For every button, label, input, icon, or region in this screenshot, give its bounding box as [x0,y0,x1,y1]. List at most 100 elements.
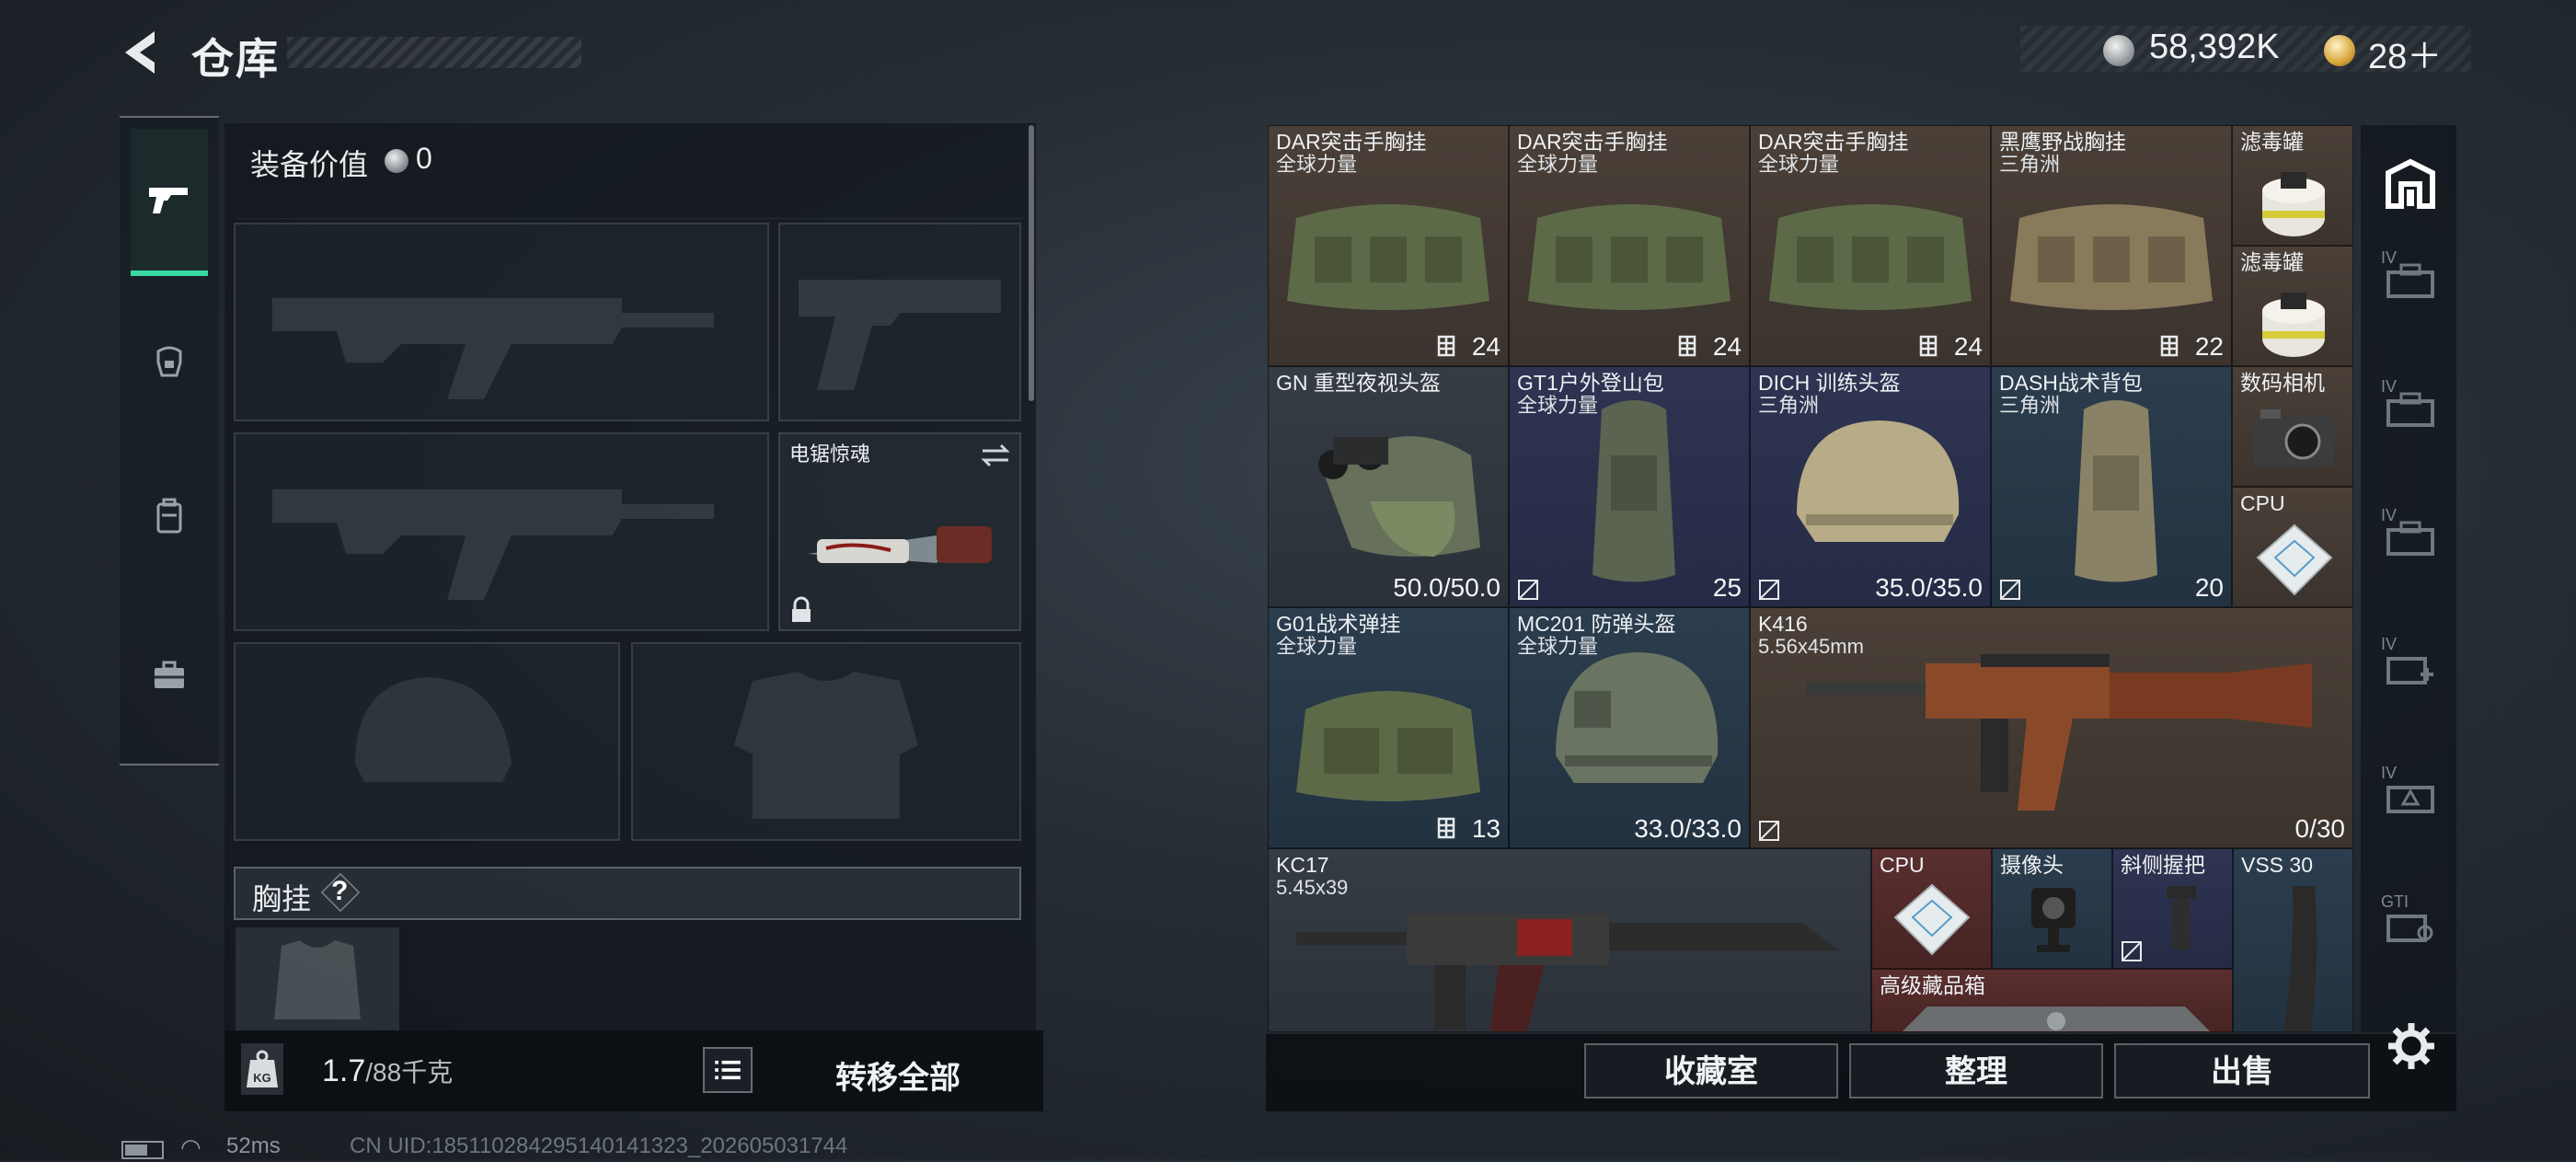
helmet-image [1797,420,1960,542]
chest-rig-image [1287,204,1489,310]
storage-item[interactable]: DAR突击手胸挂 全球力量 24 [1509,125,1750,366]
storage-tab-6[interactable]: GTI [2375,892,2445,948]
storage-tab-2[interactable]: IV [2375,377,2445,432]
storage-item[interactable]: DAR突击手胸挂 全球力量 24 [1750,125,1991,366]
key-case-icon [2386,915,2433,942]
storage-item[interactable]: DICH 训练头盔 三角洲 35.0/35.0 [1750,366,1991,607]
storage-item[interactable]: G01战术弹挂 全球力量 13 [1268,607,1509,848]
coin-icon [385,149,408,173]
transfer-all-button[interactable]: 转移全部 [835,1053,960,1098]
toolbox-icon[interactable] [151,657,188,694]
pistol-silhouette-icon [799,280,1001,390]
settings-gear-icon[interactable] [2386,1021,2436,1071]
sort-button[interactable]: 整理 [1849,1043,2103,1099]
storage-item[interactable]: 斜侧握把 [2112,848,2233,969]
grip-image [2167,886,2196,950]
item-name: MC201 防弹头盔 [1517,612,1676,636]
storage-item[interactable]: KC17 5.45x39 [1268,848,1871,1032]
warehouse-tab-icon[interactable] [2383,156,2438,212]
storage-item[interactable]: DASH战术背包 三角洲 20 [1991,366,2232,607]
item-name: CPU [2240,491,2285,515]
item-name: DICH 训练头盔 [1758,371,1901,395]
currency-premium[interactable]: 28＋ [2368,28,2442,78]
helmet-image [1556,652,1719,783]
storage-item[interactable]: MC201 防弹头盔 全球力量 33.0/33.0 [1509,607,1750,848]
storage-item[interactable]: 数码相机 [2232,366,2353,487]
help-mark: ? [331,876,349,906]
storage-tab-3[interactable]: IV [2375,506,2445,561]
magazine-image [2283,886,2317,1031]
case-icon [2386,521,2434,556]
k416-rifle-image [1806,654,2312,811]
storage-tab-5[interactable]: IV [2375,764,2445,819]
storage-item[interactable]: 摄像头 [1992,848,2112,969]
item-ammo: 0/30 [2294,814,2346,843]
item-capacity: 24 [1953,332,1983,361]
storage-item[interactable]: 黑鹰野战胸挂 三角洲 22 [1991,125,2232,366]
item-capacity: 24 [1712,332,1742,361]
back-arrow-icon[interactable] [118,28,164,77]
item-faction: 全球力量 [1758,153,1840,176]
primary-weapon-slot[interactable] [234,223,769,421]
chainsaw-icon [808,526,992,563]
vest-silhouette-icon [274,940,361,1019]
no-durability-icon [2122,941,2142,961]
armor-slot[interactable] [631,642,1021,841]
storage-item[interactable]: K416 5.56x45mm 0/30 [1750,607,2353,848]
lock-icon [792,596,811,622]
coin-icon [2103,35,2134,66]
chest-rig-image [2010,204,2213,310]
item-name: VSS 30 [2241,853,2313,877]
item-capacity: 24 [1471,332,1501,361]
sidearm-slot[interactable] [778,223,1021,421]
melee-slot[interactable]: 电锯惊魂 [778,432,1021,631]
storage-item[interactable]: CPU [2232,487,2353,607]
currency-main: 58,392K [2149,28,2280,66]
chest-rig-slot[interactable] [236,927,399,1030]
medkit-case-icon [2386,657,2433,685]
chest-rig-label: 胸挂 [252,882,312,915]
gas-filter-image [2262,172,2325,236]
weight-max: /88千克 [365,1058,454,1087]
item-name: DAR突击手胸挂 [1758,130,1909,154]
storage-tab-1[interactable]: IV [2375,248,2445,304]
nvg-helmet-image [1318,436,1480,557]
collection-room-button[interactable]: 收藏室 [1584,1043,1838,1099]
storage-item[interactable]: 高级藏品箱 [1871,969,2233,1032]
swap-icon[interactable] [979,442,1012,469]
item-durability: 33.0/33.0 [1634,814,1742,843]
item-durability: 50.0/50.0 [1393,573,1501,602]
list-view-button[interactable] [703,1047,753,1093]
item-name: 摄像头 [2000,853,2064,877]
storage-item[interactable]: 滤毒罐 [2232,125,2353,246]
capacity-icon [1437,335,1455,357]
item-name: 数码相机 [2240,371,2325,395]
sell-button[interactable]: 出售 [2114,1043,2370,1099]
case-icon [2386,263,2434,298]
uid-text: CN UID:185110284295140141323_20260503174… [350,1133,848,1158]
melee-name: 电锯惊魂 [789,443,871,466]
item-durability: 35.0/35.0 [1875,573,1983,602]
item-faction: 三角洲 [1999,394,2061,417]
storage-item[interactable]: GN 重型夜视头盔 50.0/50.0 [1268,366,1509,607]
helmet-slot[interactable] [234,642,620,841]
scrollbar[interactable] [1029,125,1034,401]
capacity-icon [1678,335,1696,357]
helmet-silhouette-icon [355,677,512,782]
item-name: 黑鹰野战胸挂 [1999,130,2126,154]
storage-item[interactable]: CPU [1871,848,1992,969]
item-name: DAR突击手胸挂 [1276,130,1427,154]
secondary-weapon-slot[interactable] [234,432,769,631]
storage-tab-4[interactable]: IV [2375,635,2445,690]
item-name: CPU [1880,853,1925,877]
weight-current: 1.7 [322,1053,366,1088]
premium-coin-icon [2324,35,2355,66]
storage-item[interactable]: GT1户外登山包 全球力量 25 [1509,366,1750,607]
webcam-image [2031,888,2076,952]
backpack-icon[interactable] [151,497,188,534]
storage-item[interactable]: 滤毒罐 [2232,246,2353,366]
item-capacity: 25 [1712,573,1742,602]
helmet-armor-icon[interactable] [151,342,188,379]
storage-item[interactable]: VSS 30 [2233,848,2353,1032]
storage-item[interactable]: DAR突击手胸挂 全球力量 24 [1268,125,1509,366]
